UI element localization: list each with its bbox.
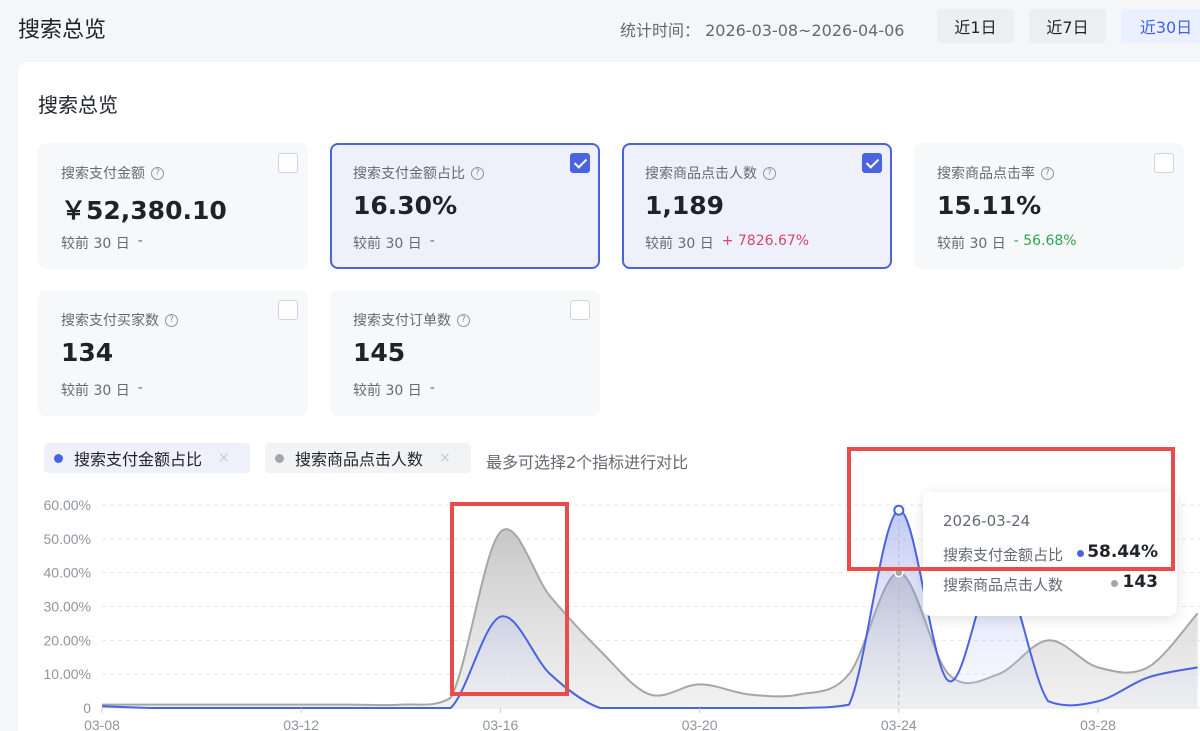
metric-value: 145: [353, 338, 406, 367]
close-icon[interactable]: ×: [439, 450, 451, 466]
x-tick-label: 03-16: [482, 717, 518, 731]
x-tick-label: 03-20: [682, 717, 718, 731]
metric-value: ￥52,380.10: [61, 196, 227, 225]
legend-label: 搜索支付金额占比: [74, 450, 203, 469]
metric-delta: -: [137, 380, 143, 396]
metric-delta: -: [429, 380, 435, 396]
metric-compare: 较前 30 日: [353, 236, 422, 252]
blue-dot-icon: [54, 453, 63, 463]
metric-checkbox[interactable]: [570, 300, 590, 320]
highlight-box-03-16: [450, 502, 569, 696]
y-tick-label: 60.00%: [44, 497, 91, 513]
y-tick-label: 50.00%: [44, 531, 91, 547]
metric-value: 134: [61, 338, 114, 367]
range-7d-button[interactable]: 近7日: [1029, 9, 1106, 43]
metric-compare: 较前 30 日: [61, 383, 130, 399]
metric-label: 搜索支付金额: [61, 166, 145, 182]
range-1d-button[interactable]: 近1日: [937, 9, 1014, 43]
gray-dot-icon: [275, 453, 284, 463]
legend-label: 搜索商品点击人数: [295, 450, 424, 469]
metric-compare: 较前 30 日: [645, 236, 714, 252]
metric-checkbox-checked[interactable]: [862, 153, 882, 173]
metric-label: 搜索商品点击率: [937, 166, 1035, 182]
tooltip-value: 143: [1122, 572, 1159, 592]
page-title: 搜索总览: [18, 18, 107, 43]
metric-label: 搜索商品点击人数: [645, 166, 757, 182]
top-bar: 搜索总览 统计时间： 2026-03-08~2026-04-06 近1日 近7日…: [0, 0, 1200, 56]
metric-value: 1,189: [645, 191, 725, 220]
help-icon[interactable]: ?: [471, 166, 484, 180]
help-icon[interactable]: ?: [165, 313, 178, 327]
legend-hint: 最多可选择2个指标进行对比: [486, 453, 689, 472]
legend-tag-click-users[interactable]: 搜索商品点击人数 ×: [265, 443, 471, 473]
metric-checkbox[interactable]: [278, 153, 298, 173]
x-tick-label: 03-08: [84, 717, 120, 731]
help-icon[interactable]: ?: [763, 166, 776, 180]
metric-checkbox[interactable]: [278, 300, 298, 320]
legend-tag-pay-ratio[interactable]: 搜索支付金额占比 ×: [44, 443, 250, 473]
metric-card-pay-amount[interactable]: 搜索支付金额? ￥52,380.10 较前 30 日-: [38, 143, 308, 269]
tooltip-label: 搜索商品点击人数: [943, 576, 1064, 594]
help-icon[interactable]: ?: [457, 313, 470, 327]
metric-label: 搜索支付订单数: [353, 313, 451, 329]
x-tick-label: 03-12: [283, 717, 319, 731]
metric-checkbox[interactable]: [1154, 153, 1174, 173]
metric-delta: - 56.68%: [1013, 233, 1077, 249]
metric-compare: 较前 30 日: [61, 236, 130, 252]
section-title: 搜索总览: [38, 93, 118, 117]
metric-card-pay-ratio[interactable]: 搜索支付金额占比? 16.30% 较前 30 日-: [330, 143, 600, 269]
metric-label: 搜索支付金额占比: [353, 166, 465, 182]
metric-label: 搜索支付买家数: [61, 313, 159, 329]
x-tick-label: 03-24: [881, 717, 917, 731]
y-tick-label: 20.00%: [44, 632, 91, 648]
metric-delta: + 7826.67%: [721, 233, 810, 249]
y-tick-label: 40.00%: [44, 565, 91, 581]
help-icon[interactable]: ?: [151, 166, 164, 180]
gray-dot-icon: [1111, 580, 1118, 587]
metric-card-pay-buyers[interactable]: 搜索支付买家数? 134 较前 30 日-: [38, 290, 308, 416]
y-tick-label: 0: [83, 700, 91, 716]
highlight-box-tooltip: [847, 447, 1175, 571]
metric-card-click-users[interactable]: 搜索商品点击人数? 1,189 较前 30 日 + 7826.67%: [622, 143, 892, 269]
metric-value: 16.30%: [353, 191, 458, 220]
range-30d-button[interactable]: 近30日: [1121, 9, 1200, 43]
close-icon[interactable]: ×: [218, 450, 230, 466]
metric-value: 15.11%: [937, 191, 1042, 220]
y-tick-label: 10.00%: [44, 666, 91, 682]
help-icon[interactable]: ?: [1041, 166, 1054, 180]
metric-card-pay-orders[interactable]: 搜索支付订单数? 145 较前 30 日-: [330, 290, 600, 416]
metric-delta: -: [429, 233, 435, 249]
metric-compare: 较前 30 日: [353, 383, 422, 399]
tooltip-row-click-users: 搜索商品点击人数 143: [943, 572, 1159, 595]
metric-compare: 较前 30 日: [937, 236, 1006, 252]
metric-delta: -: [137, 233, 143, 249]
stat-time: 统计时间： 2026-03-08~2026-04-06: [620, 21, 905, 40]
y-tick-label: 30.00%: [44, 599, 91, 615]
x-tick-label: 03-28: [1080, 717, 1116, 731]
metric-checkbox-checked[interactable]: [570, 153, 590, 173]
metric-card-click-rate[interactable]: 搜索商品点击率? 15.11% 较前 30 日 - 56.68%: [914, 143, 1184, 269]
